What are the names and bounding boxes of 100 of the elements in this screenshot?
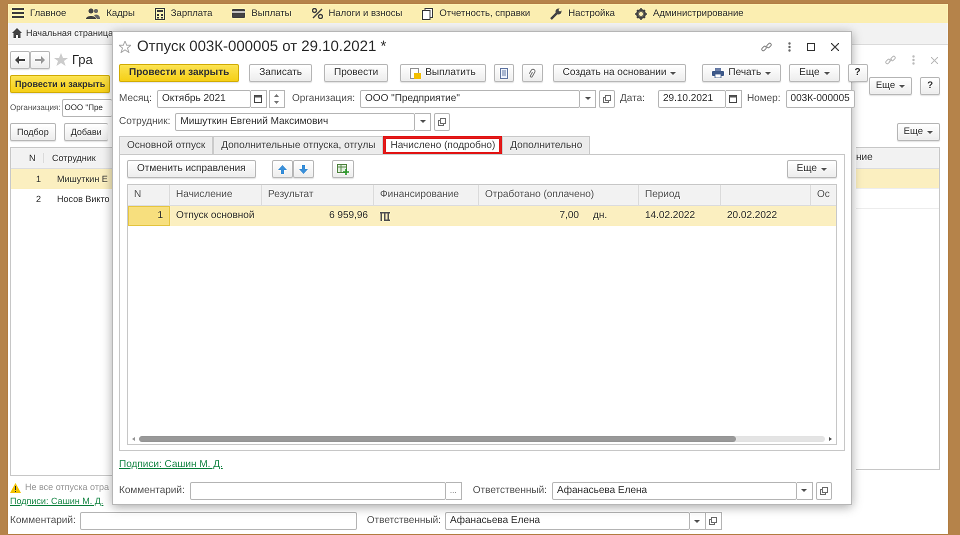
more-button[interactable]: Еще: [896, 123, 940, 141]
dropdown-button[interactable]: [415, 112, 432, 130]
employee-field[interactable]: Мишуткин Евгений Максимович: [175, 112, 416, 130]
move-down-button[interactable]: [292, 160, 314, 178]
column-header: Ос: [816, 188, 831, 202]
spin-button[interactable]: [268, 90, 285, 108]
dropdown-button[interactable]: [580, 90, 596, 108]
post-close-button[interactable]: Провести и закрыть: [10, 75, 110, 93]
home-tab[interactable]: Начальная страница: [12, 28, 114, 39]
scrollbar-thumb[interactable]: [139, 436, 736, 442]
dropdown-button[interactable]: [690, 512, 706, 530]
open-button[interactable]: [434, 112, 450, 130]
responsible-field[interactable]: Афанасьева Елена: [552, 482, 797, 500]
table-add-icon: [336, 164, 349, 174]
cancel-corrections-button[interactable]: Отменить исправления: [127, 160, 256, 178]
add-row-button[interactable]: [332, 160, 354, 178]
month-label: Месяц:: [119, 92, 152, 104]
more-button[interactable]: Еще: [786, 160, 837, 178]
more-button[interactable]: Еще: [868, 77, 912, 95]
open-button[interactable]: [816, 482, 832, 500]
tab[interactable]: Дополнительные отпуска, отгулы: [213, 136, 384, 154]
menu-item[interactable]: Главное: [12, 8, 66, 20]
tab[interactable]: Начислено (подробно): [383, 136, 502, 155]
post-close-button[interactable]: Провести и закрыть: [119, 64, 240, 82]
warning-text: Не все отпуска отра: [25, 482, 109, 494]
table-row[interactable]: 1 Мишуткин Е: [11, 169, 112, 189]
signatures-link[interactable]: Подписи: Сашин М. Д.: [119, 459, 223, 471]
table-cell-text: Отпуск основной: [175, 209, 256, 223]
star-icon[interactable]: [119, 41, 131, 53]
responsible-label: Ответственный:: [472, 484, 547, 496]
more-button[interactable]: Еще: [789, 64, 840, 82]
comment-field[interactable]: [80, 512, 357, 530]
dropdown-button[interactable]: [796, 482, 813, 500]
choose-button[interactable]: ...: [446, 482, 462, 500]
menu-item[interactable]: Администрирование: [634, 8, 744, 20]
comment-label: Комментарий:: [10, 515, 76, 527]
column-header: N: [11, 152, 44, 164]
back-button[interactable]: [10, 51, 30, 69]
calendar-button[interactable]: [726, 90, 742, 108]
column-header: Сотрудник: [52, 152, 96, 164]
calendar-button[interactable]: [250, 90, 267, 108]
gear-icon: [634, 8, 647, 20]
number-label: Номер:: [746, 92, 781, 104]
employee-label: Сотрудник:: [119, 116, 170, 128]
caret-icon: [821, 168, 827, 170]
date-field[interactable]: 29.10.2021: [658, 90, 726, 108]
link-icon[interactable]: [761, 42, 772, 52]
caret-icon: [927, 130, 933, 134]
arrow-left-icon: [15, 56, 25, 64]
table-cell: 1: [128, 206, 170, 226]
month-field[interactable]: Октябрь 2021: [156, 90, 251, 108]
menu-item[interactable]: Кадры: [86, 8, 135, 20]
post-button[interactable]: Провести: [324, 64, 388, 82]
tab[interactable]: Дополнительно: [502, 136, 590, 154]
number-field[interactable]: 003К-000005: [786, 90, 855, 108]
column-header: Период: [639, 185, 721, 205]
menu-item[interactable]: Зарплата: [154, 8, 212, 20]
column-header: N: [128, 185, 170, 205]
move-up-button[interactable]: [272, 160, 293, 178]
funding-icon: [380, 212, 390, 220]
scroll-left-icon[interactable]: [132, 437, 135, 441]
column-header: ние: [856, 152, 873, 164]
save-button[interactable]: Записать: [249, 64, 312, 82]
caret-icon: [420, 120, 426, 123]
maximize-icon[interactable]: [807, 43, 815, 51]
percent-icon: [312, 8, 323, 19]
menu-item[interactable]: Выплаты: [232, 8, 292, 20]
comment-field[interactable]: [190, 482, 446, 500]
column-header: Отработано (оплачено): [479, 185, 639, 205]
attach-button[interactable]: [522, 64, 543, 82]
calculator-icon: [154, 8, 165, 20]
select-button[interactable]: Подбор: [10, 123, 56, 141]
add-button[interactable]: Добави: [64, 123, 108, 141]
print-button[interactable]: Печать: [702, 64, 782, 82]
scroll-right-icon[interactable]: [829, 437, 832, 441]
tab[interactable]: Основной отпуск: [119, 136, 214, 154]
comment-label: Комментарий:: [119, 484, 185, 496]
more-icon[interactable]: [788, 42, 791, 52]
help-button[interactable]: ?: [848, 64, 868, 82]
column-header: Результат: [262, 185, 374, 205]
list-button[interactable]: [494, 64, 514, 82]
list-icon: [500, 68, 508, 78]
open-button[interactable]: [599, 90, 616, 108]
menu-item[interactable]: Налоги и взносы: [312, 8, 402, 20]
create-based-on-button[interactable]: Создать на основании: [552, 64, 686, 82]
table-cell-text: 14.02.2022: [644, 209, 696, 223]
close-icon[interactable]: [831, 43, 839, 51]
organization-field[interactable]: ООО "Предприятие": [360, 90, 580, 108]
responsible-field[interactable]: Афанасьева Елена: [444, 512, 690, 530]
signatures-link[interactable]: Подписи: Сашин М. Д.: [10, 496, 104, 507]
menu-item[interactable]: Отчетность, справки: [422, 8, 530, 20]
table-row[interactable]: 1 Отпуск основной 6 959,96 7,00 дн. 14.02.2022 20.02.2022: [128, 206, 836, 226]
table-row[interactable]: 2 Носов Викто: [11, 189, 112, 209]
pay-button[interactable]: Выплатить: [400, 64, 486, 82]
open-button[interactable]: [706, 512, 722, 530]
organization-field[interactable]: ООО "Пре: [62, 99, 112, 117]
caret-icon: [801, 489, 808, 492]
star-icon[interactable]: [54, 53, 68, 67]
help-button[interactable]: ?: [920, 77, 940, 95]
menu-item[interactable]: Настройка: [550, 8, 615, 20]
